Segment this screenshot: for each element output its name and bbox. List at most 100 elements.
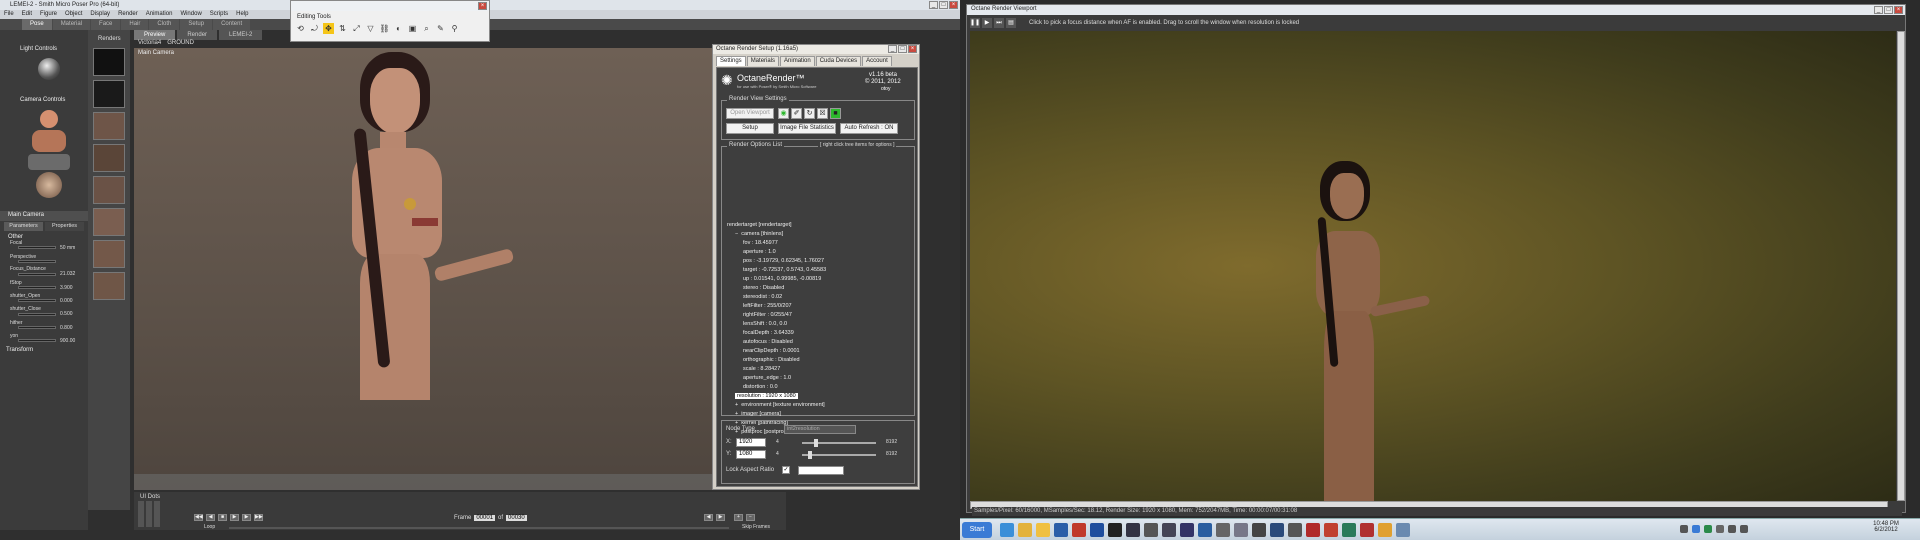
tab-document[interactable]: LEMEI-2 bbox=[219, 30, 263, 40]
menu-display[interactable]: Display bbox=[90, 10, 110, 19]
tab-content[interactable]: Content bbox=[213, 19, 251, 30]
minimize-button[interactable]: _ bbox=[888, 45, 897, 53]
photoshop-icon[interactable] bbox=[1090, 523, 1104, 537]
tab-animation[interactable]: Animation bbox=[780, 56, 815, 66]
camera-controls-header[interactable]: Camera Controls bbox=[20, 97, 65, 103]
resolution-x-slider-thumb[interactable] bbox=[814, 439, 818, 447]
timeline-scrubber[interactable] bbox=[229, 527, 729, 529]
tab-pose[interactable]: Pose bbox=[22, 19, 52, 30]
param-focus-distance-dial[interactable] bbox=[18, 273, 56, 276]
render-options-tree[interactable]: rendertarget [rendertarget] − camera [thin… bbox=[727, 221, 911, 437]
eye-icon[interactable]: ◉ bbox=[778, 108, 789, 119]
open-viewport-button[interactable]: Open Viewport bbox=[726, 108, 774, 119]
menu-window[interactable]: Window bbox=[180, 10, 201, 19]
lock-aspect-checkbox[interactable]: ✓ bbox=[782, 466, 790, 474]
tree-item[interactable]: + imager [camera] bbox=[727, 410, 911, 419]
grouping-icon[interactable]: ▣ bbox=[407, 23, 418, 34]
prev-frame-button[interactable]: ◀ bbox=[206, 514, 215, 521]
tab-properties[interactable]: Properties bbox=[45, 222, 84, 231]
scale-icon[interactable]: ⤢ bbox=[351, 23, 362, 34]
3d-viewport[interactable]: Main Camera bbox=[134, 48, 786, 490]
direct-manipulation-icon[interactable]: ⚲ bbox=[449, 23, 460, 34]
render-thumbnail[interactable] bbox=[93, 208, 125, 236]
tray-icon[interactable] bbox=[1680, 525, 1688, 533]
app-icon[interactable] bbox=[1360, 523, 1374, 537]
rotate-icon[interactable]: ⟲ bbox=[295, 23, 306, 34]
tree-item[interactable]: focalDepth : 3.64339 bbox=[727, 329, 911, 338]
main-camera-header[interactable]: Main Camera bbox=[8, 212, 44, 218]
prev-keyframe-button[interactable]: ◀ bbox=[704, 514, 713, 521]
actor-select[interactable]: GROUND bbox=[167, 40, 194, 46]
color-icon[interactable]: ◐ bbox=[393, 23, 404, 34]
tab-materials[interactable]: Materials bbox=[746, 56, 780, 66]
collapse-icon[interactable]: − bbox=[735, 231, 738, 237]
app-icon[interactable] bbox=[1072, 523, 1086, 537]
close-button[interactable]: × bbox=[949, 1, 958, 9]
param-shutter-close-value[interactable]: 0.500 bbox=[60, 311, 73, 317]
transform-group-header[interactable]: Transform bbox=[6, 347, 33, 353]
pick-material-icon[interactable]: ✐ bbox=[791, 108, 802, 119]
morphing-tool-icon[interactable]: ✎ bbox=[435, 23, 446, 34]
tree-item[interactable]: up : 0.01541, 0.99985, -0.00819 bbox=[727, 275, 911, 284]
minimize-button[interactable]: _ bbox=[929, 1, 938, 9]
taper-icon[interactable]: ▽ bbox=[365, 23, 376, 34]
app-icon[interactable] bbox=[1342, 523, 1356, 537]
play-icon[interactable]: ▶ bbox=[982, 18, 992, 28]
tab-hair[interactable]: Hair bbox=[121, 19, 149, 30]
app-icon[interactable] bbox=[1108, 523, 1122, 537]
poser-icon[interactable] bbox=[1162, 523, 1176, 537]
refresh-icon[interactable]: ↻ bbox=[804, 108, 815, 119]
tree-item[interactable]: resolution : 1920 x 1080 bbox=[727, 392, 911, 401]
tray-icon[interactable] bbox=[1692, 525, 1700, 533]
tab-material[interactable]: Material bbox=[52, 19, 91, 30]
tree-item[interactable]: orthographic : Disabled bbox=[727, 356, 911, 365]
tree-item[interactable]: − camera [thinlens] bbox=[727, 230, 911, 239]
start-button[interactable]: Start bbox=[962, 522, 992, 538]
image-file-statistics-button[interactable]: Image File Statistics bbox=[778, 123, 836, 134]
tree-item[interactable]: target : -0.72537, 0.5743, 0.45583 bbox=[727, 266, 911, 275]
vertical-scrollbar[interactable] bbox=[1897, 31, 1905, 501]
app-icon[interactable] bbox=[1180, 523, 1194, 537]
camera-control-widget[interactable] bbox=[28, 110, 70, 200]
tree-item[interactable]: rightFilter : 0/255/47 bbox=[727, 311, 911, 320]
param-shutter-open-dial[interactable] bbox=[18, 299, 56, 302]
param-shutter-close-dial[interactable] bbox=[18, 313, 56, 316]
maximize-button[interactable]: □ bbox=[939, 1, 948, 9]
tree-item[interactable]: pos : -3.19729, 0.62345, 1.76027 bbox=[727, 257, 911, 266]
resolution-y-slider[interactable] bbox=[802, 454, 876, 456]
cancel-render-icon[interactable]: ☒ bbox=[817, 108, 828, 119]
aspect-preset-select[interactable] bbox=[798, 466, 844, 475]
tree-item[interactable]: aperture_edge : 1.0 bbox=[727, 374, 911, 383]
tree-item[interactable]: distortion : 0.0 bbox=[727, 383, 911, 392]
auto-refresh-button[interactable]: Auto Refresh : ON bbox=[840, 123, 898, 134]
explorer-icon[interactable] bbox=[1018, 523, 1032, 537]
tree-item[interactable]: nearClipDepth : 0.0001 bbox=[727, 347, 911, 356]
param-perspective-dial[interactable] bbox=[18, 260, 56, 263]
maximize-button[interactable]: □ bbox=[1884, 6, 1893, 14]
start-render-icon[interactable]: ■ bbox=[830, 108, 841, 119]
translate-in-out-icon[interactable]: ⇅ bbox=[337, 23, 348, 34]
tab-cuda-devices[interactable]: Cuda Devices bbox=[815, 56, 862, 66]
param-yon-value[interactable]: 900.00 bbox=[60, 338, 75, 344]
tab-setup[interactable]: Setup bbox=[180, 19, 213, 30]
tab-parameters[interactable]: Parameters bbox=[4, 222, 43, 231]
tree-item[interactable]: autofocus : Disabled bbox=[727, 338, 911, 347]
render-thumbnail[interactable] bbox=[93, 144, 125, 172]
menu-figure[interactable]: Figure bbox=[40, 10, 57, 19]
tree-item[interactable]: rendertarget [rendertarget] bbox=[727, 221, 911, 230]
param-focus-distance-value[interactable]: 21.032 bbox=[60, 271, 75, 277]
tree-item[interactable]: fov : 18.45977 bbox=[727, 239, 911, 248]
tree-item[interactable]: lensShift : 0.0, 0.0 bbox=[727, 320, 911, 329]
twist-icon[interactable]: ⤾ bbox=[309, 23, 320, 34]
close-button[interactable]: × bbox=[1894, 6, 1903, 14]
maximize-button[interactable]: □ bbox=[898, 45, 907, 53]
rewind-button[interactable]: ◀◀ bbox=[194, 514, 203, 521]
app-icon[interactable] bbox=[1270, 523, 1284, 537]
tree-item[interactable]: scale : 8.28427 bbox=[727, 365, 911, 374]
render-thumbnail[interactable] bbox=[93, 112, 125, 140]
network-icon[interactable] bbox=[1728, 525, 1736, 533]
end-button[interactable]: ▶▶ bbox=[254, 514, 263, 521]
node-type-select[interactable]: int2resolution bbox=[784, 425, 856, 434]
ui-dots-label[interactable]: UI Dots bbox=[140, 494, 160, 500]
app-icon[interactable] bbox=[1198, 523, 1212, 537]
